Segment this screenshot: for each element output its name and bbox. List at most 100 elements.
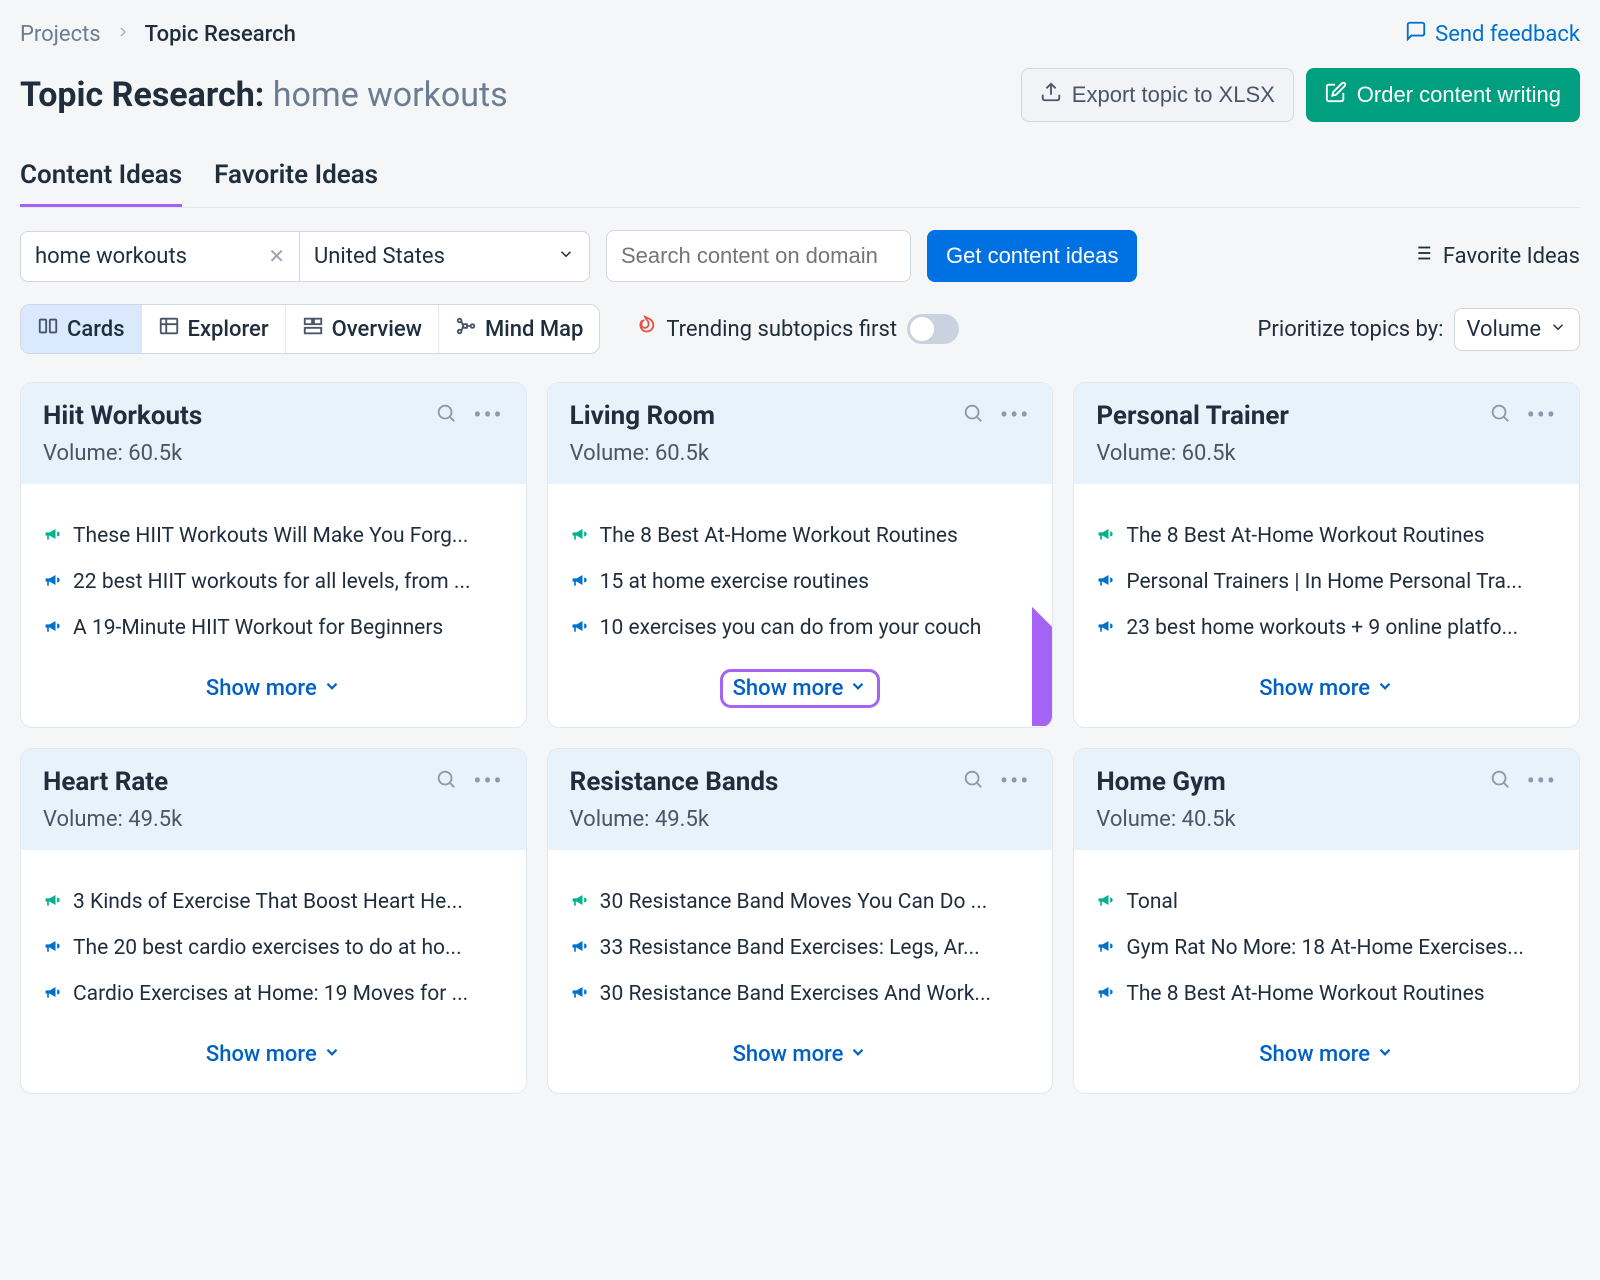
chevron-down-icon — [323, 676, 341, 701]
card-title: Hiit Workouts — [43, 401, 202, 431]
show-more-button[interactable]: Show more — [723, 1038, 878, 1071]
chevron-down-icon — [1549, 317, 1567, 342]
megaphone-icon — [570, 890, 590, 916]
list-icon — [1411, 242, 1433, 270]
megaphone-icon — [570, 982, 590, 1008]
topic-card: Resistance Bands Volume: 49.5k ••• 30 Re… — [547, 748, 1054, 1094]
chevron-down-icon — [849, 676, 867, 701]
search-icon[interactable] — [435, 402, 457, 429]
edit-icon — [1325, 81, 1347, 109]
get-content-ideas-button[interactable]: Get content ideas — [927, 230, 1137, 282]
chevron-down-icon — [323, 1042, 341, 1067]
card-volume: Volume: 60.5k — [1096, 441, 1289, 466]
headline-item[interactable]: The 20 best cardio exercises to do at ho… — [43, 936, 504, 962]
breadcrumb-root[interactable]: Projects — [20, 22, 101, 47]
breadcrumb-current: Topic Research — [145, 22, 296, 47]
megaphone-icon — [1096, 524, 1116, 550]
megaphone-icon — [43, 616, 63, 642]
megaphone-icon — [1096, 936, 1116, 962]
show-more-button[interactable]: Show more — [1249, 1038, 1404, 1071]
topic-card: Hiit Workouts Volume: 60.5k ••• These HI… — [20, 382, 527, 728]
headline-item[interactable]: Personal Trainers | In Home Personal Tra… — [1096, 570, 1557, 596]
topic-input[interactable]: home workouts ✕ — [20, 231, 300, 282]
card-volume: Volume: 49.5k — [570, 807, 779, 832]
view-switch: Cards Explorer Overview Mind Map — [20, 304, 600, 354]
chevron-down-icon — [849, 1042, 867, 1067]
more-icon[interactable]: ••• — [1527, 767, 1557, 795]
prioritize-label: Prioritize topics by: — [1258, 317, 1444, 342]
megaphone-icon — [1096, 616, 1116, 642]
view-mindmap[interactable]: Mind Map — [439, 305, 599, 353]
clear-icon[interactable]: ✕ — [268, 244, 285, 268]
chevron-down-icon — [1376, 1042, 1394, 1067]
show-more-button[interactable]: Show more — [196, 1038, 351, 1071]
country-select[interactable]: United States — [300, 231, 590, 282]
more-icon[interactable]: ••• — [473, 767, 503, 795]
more-icon[interactable]: ••• — [1000, 767, 1030, 795]
search-icon[interactable] — [962, 768, 984, 795]
megaphone-icon — [43, 982, 63, 1008]
search-icon[interactable] — [435, 768, 457, 795]
card-title: Personal Trainer — [1096, 401, 1289, 431]
overview-icon — [302, 315, 324, 343]
headline-item[interactable]: Cardio Exercises at Home: 19 Moves for .… — [43, 982, 504, 1008]
view-cards[interactable]: Cards — [21, 305, 142, 353]
headline-item[interactable]: 30 Resistance Band Exercises And Work... — [570, 982, 1031, 1008]
headline-item[interactable]: 3 Kinds of Exercise That Boost Heart He.… — [43, 890, 504, 916]
chevron-down-icon — [1376, 676, 1394, 701]
search-icon[interactable] — [1489, 402, 1511, 429]
headline-item[interactable]: Tonal — [1096, 890, 1557, 916]
headline-item[interactable]: Gym Rat No More: 18 At-Home Exercises... — [1096, 936, 1557, 962]
headline-item[interactable]: 23 best home workouts + 9 online platfo.… — [1096, 616, 1557, 642]
megaphone-icon — [1096, 570, 1116, 596]
headline-item[interactable]: The 8 Best At-Home Workout Routines — [570, 524, 1031, 550]
headline-item[interactable]: 22 best HIIT workouts for all levels, fr… — [43, 570, 504, 596]
megaphone-icon — [570, 524, 590, 550]
tab-favorite-ideas[interactable]: Favorite Ideas — [214, 160, 378, 207]
megaphone-icon — [570, 616, 590, 642]
favorite-ideas-link[interactable]: Favorite Ideas — [1411, 242, 1580, 270]
headline-item[interactable]: 10 exercises you can do from your couch — [570, 616, 1031, 642]
domain-search-input[interactable] — [606, 230, 911, 282]
export-xlsx-button[interactable]: Export topic to XLSX — [1021, 68, 1294, 122]
view-overview[interactable]: Overview — [286, 305, 439, 353]
more-icon[interactable]: ••• — [473, 401, 503, 429]
megaphone-icon — [570, 570, 590, 596]
prioritize-select[interactable]: Volume — [1454, 308, 1581, 351]
headline-item[interactable]: The 8 Best At-Home Workout Routines — [1096, 982, 1557, 1008]
card-title: Home Gym — [1096, 767, 1235, 797]
megaphone-icon — [1096, 890, 1116, 916]
headline-item[interactable]: These HIIT Workouts Will Make You Forg..… — [43, 524, 504, 550]
card-volume: Volume: 49.5k — [43, 807, 182, 832]
table-icon — [158, 315, 180, 343]
mindmap-icon — [455, 315, 477, 343]
headline-item[interactable]: 30 Resistance Band Moves You Can Do ... — [570, 890, 1031, 916]
show-more-button[interactable]: Show more — [196, 672, 351, 705]
card-title: Living Room — [570, 401, 715, 431]
show-more-button[interactable]: Show more — [1249, 672, 1404, 705]
topic-card: Living Room Volume: 60.5k ••• The 8 Best… — [547, 382, 1054, 728]
send-feedback-link[interactable]: Send feedback — [1405, 20, 1580, 48]
search-icon[interactable] — [962, 402, 984, 429]
more-icon[interactable]: ••• — [1527, 401, 1557, 429]
megaphone-icon — [570, 936, 590, 962]
card-volume: Volume: 40.5k — [1096, 807, 1235, 832]
more-icon[interactable]: ••• — [1000, 401, 1030, 429]
tab-content-ideas[interactable]: Content Ideas — [20, 160, 182, 207]
chevron-down-icon — [557, 244, 575, 269]
megaphone-icon — [43, 890, 63, 916]
megaphone-icon — [43, 936, 63, 962]
headline-item[interactable]: 33 Resistance Band Exercises: Legs, Ar..… — [570, 936, 1031, 962]
cards-icon — [37, 315, 59, 343]
headline-item[interactable]: 15 at home exercise routines — [570, 570, 1031, 596]
headline-item[interactable]: A 19-Minute HIIT Workout for Beginners — [43, 616, 504, 642]
search-icon[interactable] — [1489, 768, 1511, 795]
trending-toggle[interactable] — [907, 314, 959, 344]
headline-item[interactable]: The 8 Best At-Home Workout Routines — [1096, 524, 1557, 550]
view-explorer[interactable]: Explorer — [142, 305, 286, 353]
card-volume: Volume: 60.5k — [43, 441, 202, 466]
order-content-button[interactable]: Order content writing — [1306, 68, 1580, 122]
show-more-button[interactable]: Show more — [723, 672, 878, 705]
fire-icon — [634, 315, 656, 343]
card-title: Heart Rate — [43, 767, 182, 797]
